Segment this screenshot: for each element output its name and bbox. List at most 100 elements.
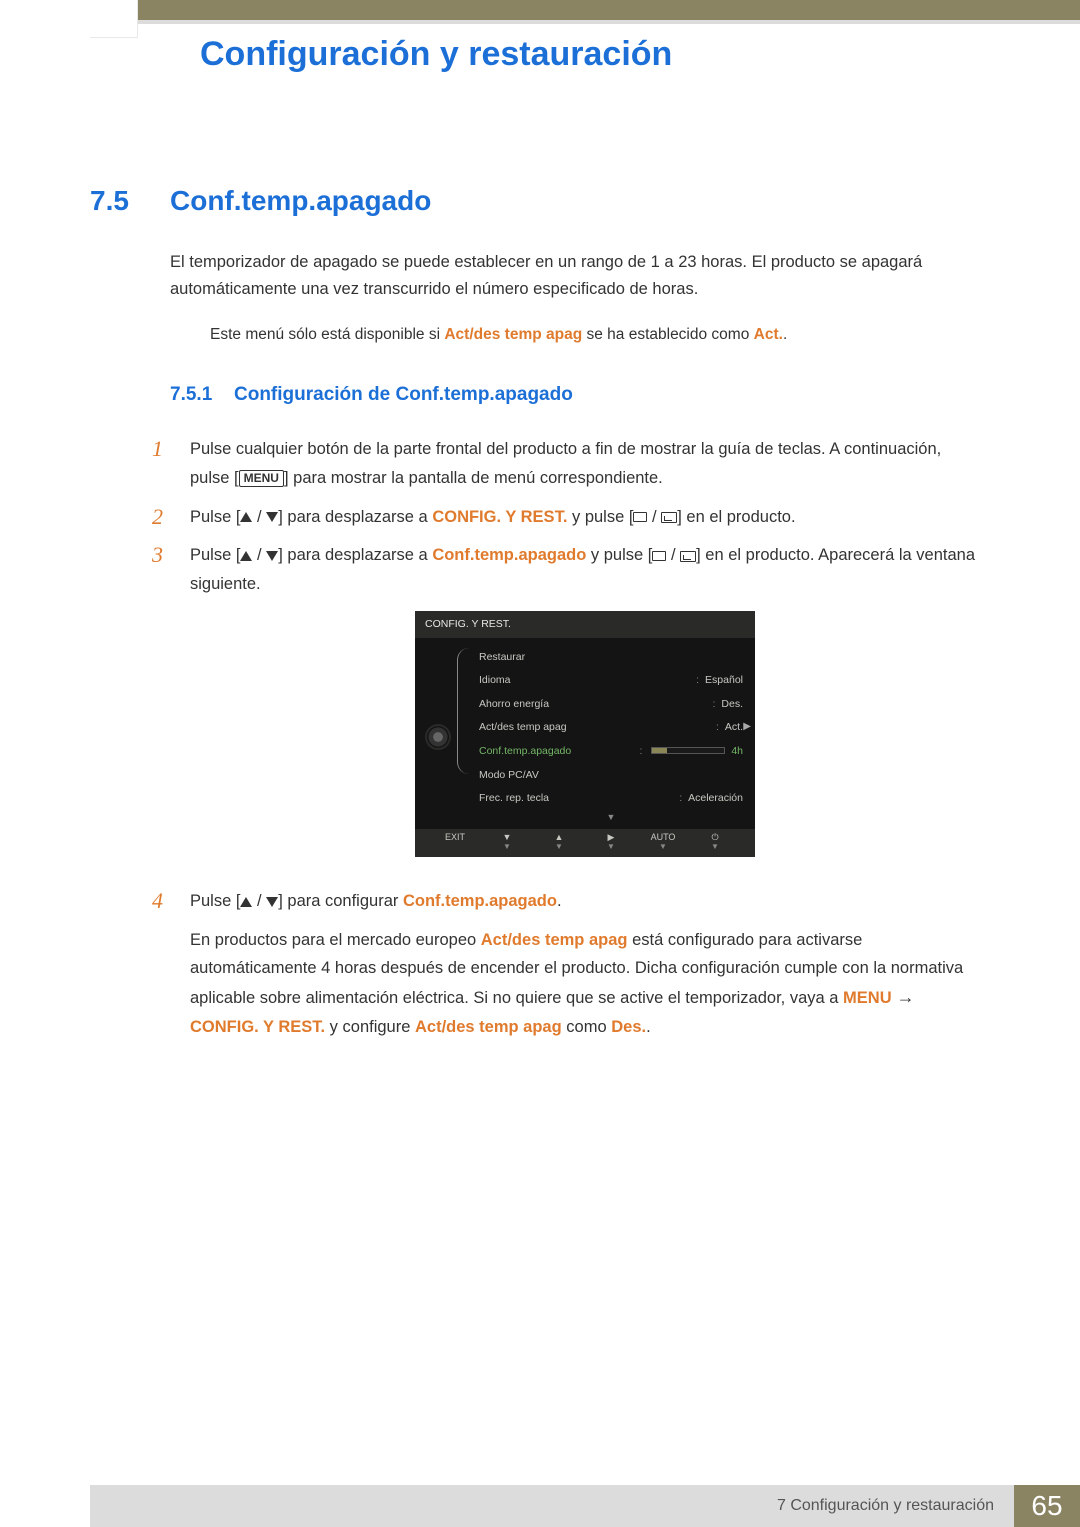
step-3: 3 Pulse [ / ] para desplazarse a Conf.te… [152, 541, 980, 877]
chapter-title: Configuración y restauración [200, 35, 672, 74]
step-text: ] en el producto. [677, 508, 795, 526]
up-arrow-icon [240, 551, 252, 561]
step-highlight: Conf.temp.apagado [432, 546, 586, 564]
subsection-number: 7.5.1 [170, 379, 220, 410]
step-body: Pulse cualquier botón de la parte fronta… [190, 435, 980, 493]
note-highlight: Des. [611, 1018, 646, 1036]
step-body: Pulse [ / ] para desplazarse a Conf.temp… [190, 541, 980, 877]
osd-slider-fill [652, 748, 666, 753]
osd-screenshot: CONFIG. Y REST. Restaurar Idioma:Español… [415, 611, 755, 857]
osd-title: CONFIG. Y REST. [415, 611, 755, 637]
osd-value-text: Español [705, 674, 743, 686]
step-text: ] para configurar [278, 892, 403, 910]
up-arrow-icon [240, 512, 252, 522]
osd-icon-column [415, 646, 461, 829]
step-highlight: Conf.temp.apagado [403, 892, 557, 910]
osd-footer-bot: ▼ [481, 843, 533, 852]
content-area: 7.5 Conf.temp.apagado El temporizador de… [90, 185, 980, 1051]
osd-value-text: Des. [721, 698, 743, 710]
step-text: ] para mostrar la pantalla de menú corre… [284, 469, 663, 487]
step-text: . [557, 892, 562, 910]
osd-value-text: Aceleración [688, 792, 743, 804]
osd-row: Ahorro energía :Des. [479, 692, 743, 715]
osd-footer-cell: EXIT [429, 833, 481, 852]
note-text: se ha establecido como [582, 326, 753, 343]
osd-footer-top: EXIT [429, 833, 481, 843]
step-1: 1 Pulse cualquier botón de la parte fron… [152, 435, 980, 493]
source-icon [652, 551, 666, 561]
osd-value: :Des. [712, 695, 743, 713]
osd-footer-bot: ▼ [637, 843, 689, 852]
up-arrow-icon [240, 897, 252, 907]
down-arrow-icon [266, 551, 278, 561]
top-gray-bar [90, 20, 1080, 24]
osd-more-indicator: ▼ [479, 810, 743, 829]
down-arrow-icon [266, 512, 278, 522]
note-highlight: Act/des temp apag [415, 1018, 562, 1036]
step-text: ] para desplazarse a [278, 546, 432, 564]
note-text: y configure [325, 1018, 415, 1036]
subsection-heading: 7.5.1 Configuración de Conf.temp.apagado [170, 379, 980, 410]
section-body: El temporizador de apagado se puede esta… [170, 249, 980, 1041]
steps-list: 1 Pulse cualquier botón de la parte fron… [170, 435, 980, 1041]
note-text: . [646, 1018, 651, 1036]
osd-footer-cell: ⏻▼ [689, 833, 741, 852]
step-text: y pulse [ [567, 508, 633, 526]
note-text: Este menú sólo está disponible si [210, 326, 444, 343]
osd-footer: EXIT ▼▼ ▲▼ ▶▼ AUTO▼ ⏻▼ [415, 829, 755, 858]
osd-footer-bot: ▼ [585, 843, 637, 852]
step-text: y pulse [ [586, 546, 652, 564]
step-text: ] para desplazarse a [278, 508, 432, 526]
eu-note: En productos para el mercado europeo Act… [190, 926, 980, 1041]
enter-icon [680, 551, 696, 562]
source-icon [633, 512, 647, 522]
step-text: Pulse [ [190, 546, 240, 564]
section-heading: 7.5 Conf.temp.apagado [90, 185, 980, 217]
top-bar [90, 0, 1080, 20]
osd-label: Idioma [479, 671, 511, 689]
step-body: Pulse [ / ] para desplazarse a CONFIG. Y… [190, 503, 980, 532]
osd-value: :Aceleración [679, 789, 743, 807]
page-footer: 7 Configuración y restauración 65 [90, 1485, 1080, 1527]
enter-icon [661, 512, 677, 523]
note-text: como [562, 1018, 612, 1036]
intro-paragraph: El temporizador de apagado se puede esta… [170, 249, 980, 303]
osd-label: Modo PC/AV [479, 766, 539, 784]
osd-menu: Restaurar Idioma:Español Ahorro energía:… [461, 646, 755, 829]
note-highlight-2: Act. [754, 326, 783, 343]
osd-value: :Español [696, 671, 743, 689]
step-4: 4 Pulse [ / ] para configurar Conf.temp.… [152, 887, 980, 1041]
section-title: Conf.temp.apagado [170, 185, 431, 217]
note-highlight: MENU [843, 989, 892, 1007]
menu-button-label: MENU [239, 470, 284, 486]
arrow-icon: → [892, 987, 915, 1007]
osd-label: Ahorro energía [479, 695, 549, 713]
osd-value: :Act. [716, 718, 743, 736]
step-number: 1 [152, 435, 172, 493]
availability-note: Este menú sólo está disponible si Act/de… [210, 323, 980, 347]
osd-footer-cell: ▶▼ [585, 833, 637, 852]
note-highlight-1: Act/des temp apag [444, 326, 582, 343]
osd-footer-cell: ▲▼ [533, 833, 585, 852]
step-text: Pulse [ [190, 508, 240, 526]
note-highlight: CONFIG. Y REST. [190, 1018, 325, 1036]
osd-footer-cell: ▼▼ [481, 833, 533, 852]
osd-value: : 4h [639, 742, 743, 761]
subsection-title: Configuración de Conf.temp.apagado [234, 379, 573, 410]
osd-label: Conf.temp.apagado [479, 742, 571, 761]
osd-row-active: Conf.temp.apagado : 4h [479, 739, 743, 763]
footer-page-number: 65 [1014, 1485, 1080, 1527]
osd-label: Frec. rep. tecla [479, 789, 549, 807]
note-text: En productos para el mercado europeo [190, 931, 481, 949]
osd-row: Idioma :Español [479, 669, 743, 692]
step-number: 4 [152, 887, 172, 1041]
step-number: 2 [152, 503, 172, 532]
osd-footer-cell: AUTO▼ [637, 833, 689, 852]
osd-label: Act/des temp apag [479, 718, 567, 736]
osd-footer-bot: ▼ [689, 843, 741, 852]
footer-chapter-label: 7 Configuración y restauración [694, 1485, 1014, 1527]
step-highlight: CONFIG. Y REST. [432, 508, 567, 526]
osd-footer-bot: ▼ [533, 843, 585, 852]
page-tab-stub [90, 0, 138, 38]
osd-value-text: 4h [731, 742, 743, 760]
